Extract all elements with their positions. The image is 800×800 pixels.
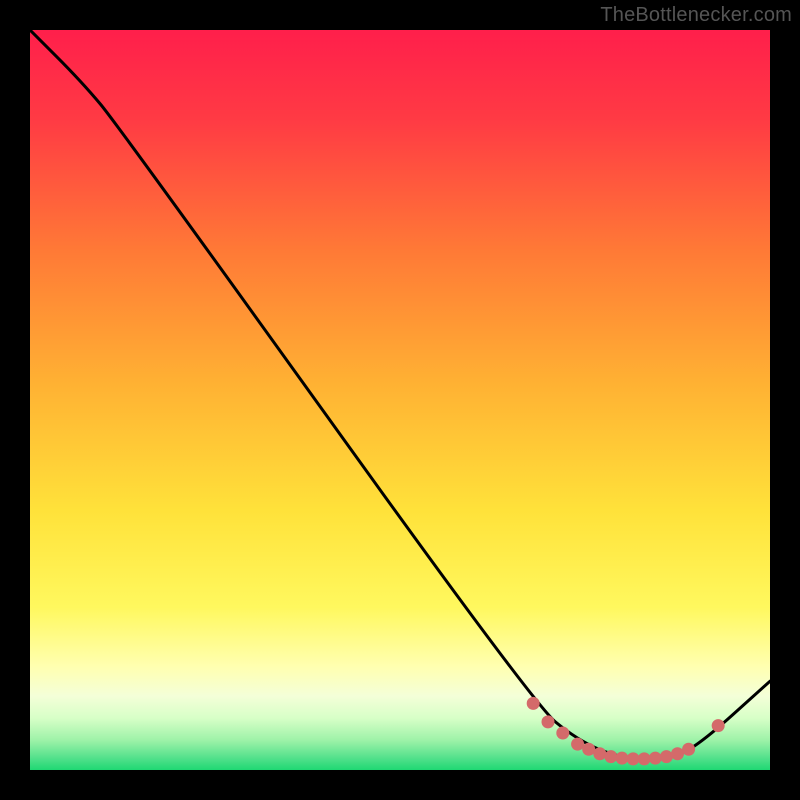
highlight-dot xyxy=(627,752,640,765)
highlight-dot xyxy=(571,738,584,751)
highlight-dot xyxy=(660,750,673,763)
gradient-bg xyxy=(30,30,770,770)
bottleneck-chart xyxy=(30,30,770,770)
attribution-text: TheBottlenecker.com xyxy=(600,4,792,27)
highlight-dot xyxy=(671,747,684,760)
highlight-dot xyxy=(542,715,555,728)
chart-frame: TheBottlenecker.com xyxy=(0,0,800,800)
highlight-dot xyxy=(582,743,595,756)
highlight-dot xyxy=(649,752,662,765)
highlight-dot xyxy=(556,727,569,740)
highlight-dot xyxy=(527,697,540,710)
highlight-dot xyxy=(638,752,651,765)
highlight-dot xyxy=(616,752,629,765)
highlight-dot xyxy=(593,747,606,760)
highlight-dot xyxy=(604,750,617,763)
highlight-dot xyxy=(712,719,725,732)
highlight-dot xyxy=(682,743,695,756)
